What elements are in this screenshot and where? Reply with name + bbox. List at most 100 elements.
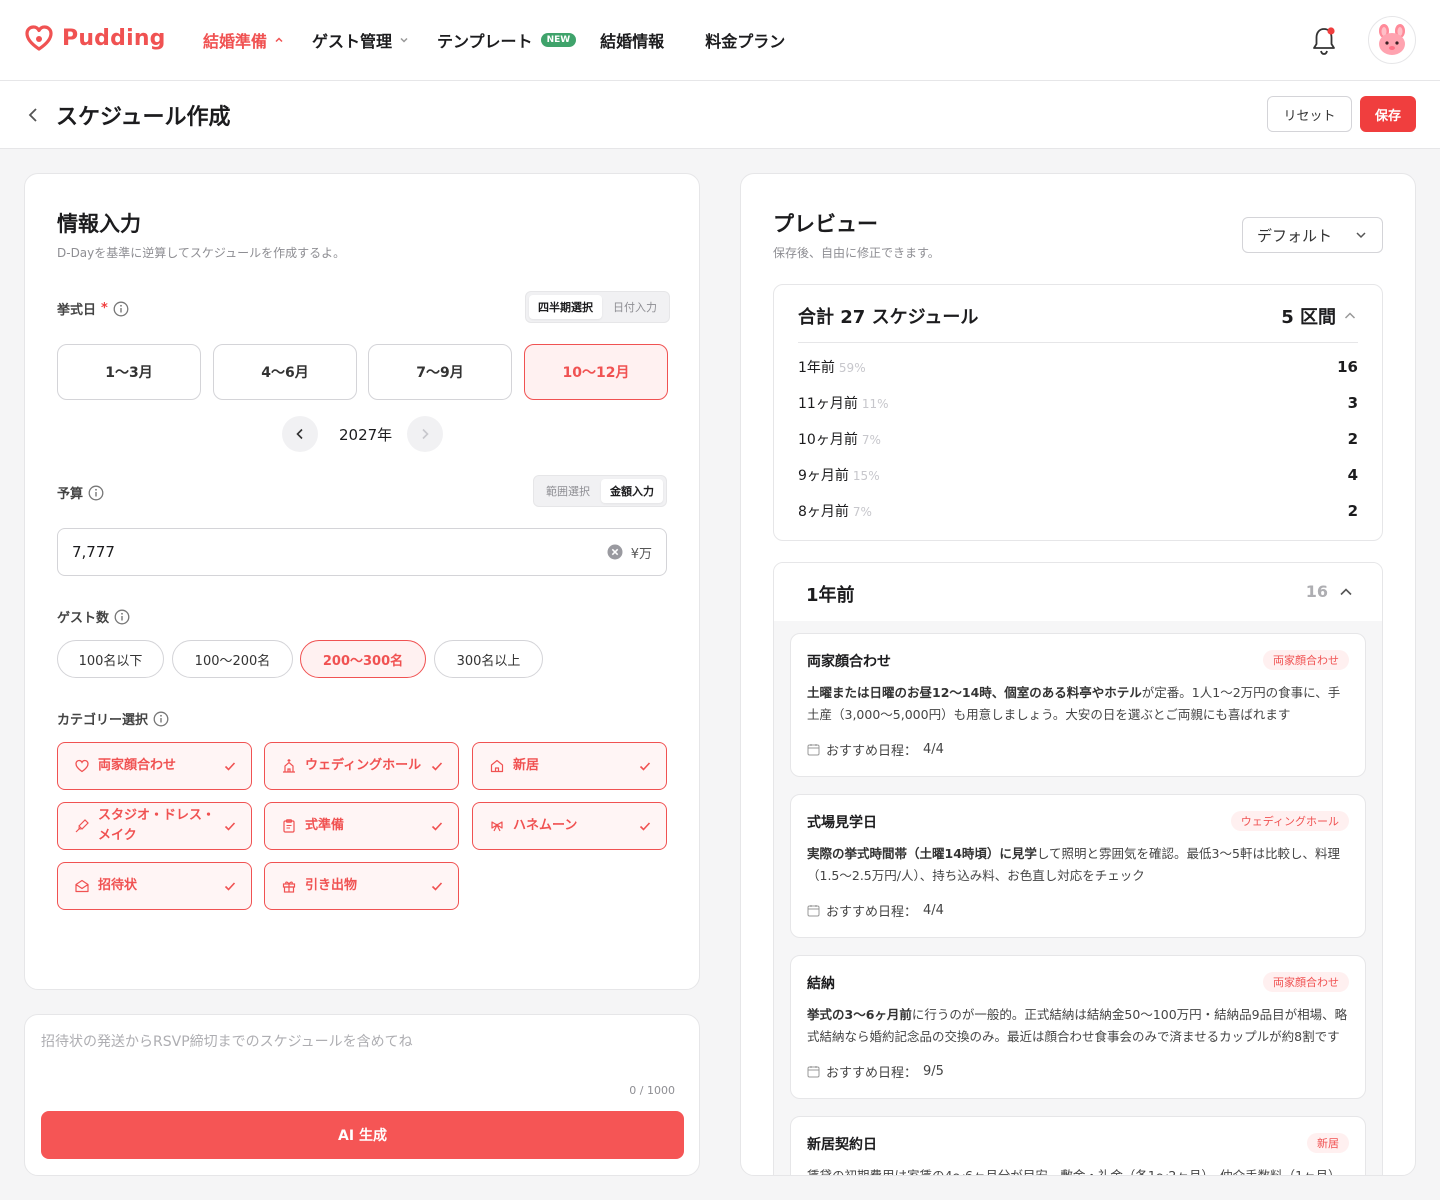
form-title: 情報入力 <box>57 212 141 236</box>
new-badge: NEW <box>540 33 577 47</box>
budget-label: 予算 <box>57 483 104 502</box>
description-highlight: 土曜または日曜のお昼12〜14時、個室のある料亭やホテル <box>807 685 1142 700</box>
notification-bell-icon[interactable] <box>1309 24 1339 56</box>
bunny-avatar-icon <box>1379 24 1405 55</box>
logo[interactable]: Pudding <box>24 24 166 52</box>
category-chip-invitation[interactable]: 招待状 <box>57 862 252 910</box>
chapel-icon <box>283 759 295 773</box>
prev-year-button[interactable] <box>282 416 318 452</box>
category-tag: ウェディングホール <box>1230 811 1349 831</box>
category-label: 引き出物 <box>305 877 358 893</box>
guest-option-over-300[interactable]: 300名以上 <box>434 640 543 678</box>
nav-item-guest-management[interactable]: ゲスト管理 <box>312 28 410 52</box>
save-button[interactable]: 保存 <box>1360 96 1416 132</box>
checkmark-icon <box>639 762 651 771</box>
category-chip-wedding-hall[interactable]: ウェディングホール <box>264 742 459 790</box>
category-tag: 両家顔合わせ <box>1263 650 1349 670</box>
summary-row-label: 10ヶ月前 <box>798 432 858 448</box>
summary-row-label: 11ヶ月前 <box>798 396 858 412</box>
info-icon[interactable] <box>88 485 104 501</box>
category-tag: 両家顔合わせ <box>1263 972 1349 992</box>
category-chip-family-meeting[interactable]: 両家顔合わせ <box>57 742 252 790</box>
envelope-icon <box>75 879 89 893</box>
info-icon[interactable] <box>153 711 169 727</box>
category-tag: 新居 <box>1307 1133 1349 1153</box>
summary-total: 合計 27 スケジュール <box>798 307 979 328</box>
ai-prompt-input[interactable]: 招待状の発送からRSVP締切までのスケジュールを含めてね <box>41 1031 681 1051</box>
section-collapse-toggle[interactable]: 16 <box>1306 582 1354 601</box>
divider <box>798 342 1358 343</box>
guest-option-under-100[interactable]: 100名以下 <box>57 640 164 678</box>
mode-range-select[interactable]: 範囲選択 <box>537 479 599 503</box>
summary-row-count: 2 <box>1347 502 1358 520</box>
avatar[interactable] <box>1368 16 1416 64</box>
section-header: 1年前 16 <box>774 563 1382 621</box>
budget-unit: ¥万 <box>630 546 652 562</box>
summary-row: 10ヶ月前 7% 2 <box>798 429 1358 449</box>
schedule-summary: 合計 27 スケジュール 5 区間 1年前 59% 16 11ヶ月前 11% 3 1… <box>773 284 1383 541</box>
chevron-up-icon <box>275 37 283 43</box>
summary-collapse-toggle[interactable]: 5 区間 <box>1281 303 1358 329</box>
description-text: 賃貸の初期費用は家賃の4〜6ヶ月分が目安。敷金・礼金（各1〜2ヶ月）、仲介手数料… <box>807 1168 1341 1176</box>
character-counter: 0 / 1000 <box>629 1084 675 1097</box>
recommended-date: おすすめ日程： 9/5 <box>807 1062 944 1081</box>
budget-label-text: 予算 <box>57 487 84 502</box>
page-title: スケジュール作成 <box>56 105 231 130</box>
checkmark-icon <box>431 762 443 771</box>
page-header: スケジュール作成 リセット 保存 <box>0 81 1440 149</box>
quarter-option-q4[interactable]: 10〜12月 <box>524 344 668 400</box>
quarter-option-q3[interactable]: 7〜9月 <box>368 344 512 400</box>
guest-option-100-200[interactable]: 100〜200名 <box>172 640 293 678</box>
template-dropdown[interactable]: デフォルト <box>1242 217 1383 253</box>
quarter-option-q1[interactable]: 1〜3月 <box>57 344 201 400</box>
summary-row: 8ヶ月前 7% 2 <box>798 501 1358 521</box>
category-chip-new-home[interactable]: 新居 <box>472 742 667 790</box>
schedule-title: 結納 <box>807 976 835 992</box>
schedule-title: 新居契約日 <box>807 1137 877 1153</box>
checkmark-icon <box>431 822 443 831</box>
category-label: 新居 <box>513 757 540 773</box>
info-icon[interactable] <box>113 301 129 317</box>
guest-count-label-text: ゲスト数 <box>57 611 110 626</box>
nav-item-wedding-prep[interactable]: 結婚準備 <box>203 28 285 52</box>
schedule-item[interactable]: 結納 両家顔合わせ 挙式の3〜6ヶ月前に行うのが一般的。正式結納は結納金50〜1… <box>790 955 1366 1099</box>
nav-item-wedding-info[interactable]: 結婚情報 <box>600 28 664 52</box>
mode-amount-input[interactable]: 金額入力 <box>601 479 663 503</box>
nav-label: 結婚準備 <box>203 32 268 51</box>
clear-icon[interactable] <box>607 544 623 560</box>
nav-item-templates[interactable]: テンプレート NEW <box>437 28 577 52</box>
mode-quarter-select[interactable]: 四半期選択 <box>529 295 602 319</box>
section-count: 16 <box>1305 582 1328 601</box>
checkmark-icon <box>431 882 443 891</box>
back-arrow-icon[interactable] <box>24 103 44 127</box>
recommended-date: おすすめ日程： 4/4 <box>807 740 944 759</box>
ai-generate-button[interactable]: AI 生成 <box>41 1111 684 1159</box>
reset-button[interactable]: リセット <box>1267 96 1352 132</box>
category-chip-ceremony-prep[interactable]: 式準備 <box>264 802 459 850</box>
description-highlight: 実際の挙式時間帯（土曜14時頃）に見学 <box>807 846 1037 861</box>
guest-option-200-300[interactable]: 200〜300名 <box>300 640 426 678</box>
category-chip-return-gifts[interactable]: 引き出物 <box>264 862 459 910</box>
budget-mode-toggle: 範囲選択 金額入力 <box>533 475 667 507</box>
budget-input[interactable]: 7,777 ¥万 <box>57 528 667 576</box>
summary-row-label: 9ヶ月前 <box>798 468 849 484</box>
summary-row: 9ヶ月前 15% 4 <box>798 465 1358 485</box>
nav-label: テンプレート <box>437 32 533 51</box>
next-year-button[interactable] <box>407 416 443 452</box>
schedule-item[interactable]: 式場見学日 ウェディングホール 実際の挙式時間帯（土曜14時頃）に見学して照明と… <box>790 794 1366 938</box>
pudding-logo-icon <box>25 25 53 51</box>
schedule-item[interactable]: 両家顔合わせ 両家顔合わせ 土曜または日曜のお昼12〜14時、個室のある料亭やホ… <box>790 633 1366 777</box>
schedule-description: 挙式の3〜6ヶ月前に行うのが一般的。正式結納は結納金50〜100万円・結納品9品… <box>807 1004 1351 1048</box>
recommended-date-label: おすすめ日程： <box>826 1066 918 1081</box>
category-chip-honeymoon[interactable]: ハネムーン <box>472 802 667 850</box>
template-dropdown-value: デフォルト <box>1257 226 1333 245</box>
nav-label: 料金プラン <box>705 32 786 51</box>
mode-date-input[interactable]: 日付入力 <box>604 295 666 319</box>
category-chip-studio-dress-makeup[interactable]: スタジオ・ドレス・メイク <box>57 802 252 850</box>
schedule-item[interactable]: 新居契約日 新居 賃貸の初期費用は家賃の4〜6ヶ月分が目安。敷金・礼金（各1〜2… <box>790 1116 1366 1176</box>
category-label: カテゴリー選択 <box>57 709 169 728</box>
quarter-option-q2[interactable]: 4〜6月 <box>213 344 357 400</box>
nav-item-pricing[interactable]: 料金プラン <box>705 28 785 52</box>
form-subtitle: D-Dayを基準に逆算してスケジュールを作成するよ。 <box>57 246 346 260</box>
info-icon[interactable] <box>114 609 130 625</box>
